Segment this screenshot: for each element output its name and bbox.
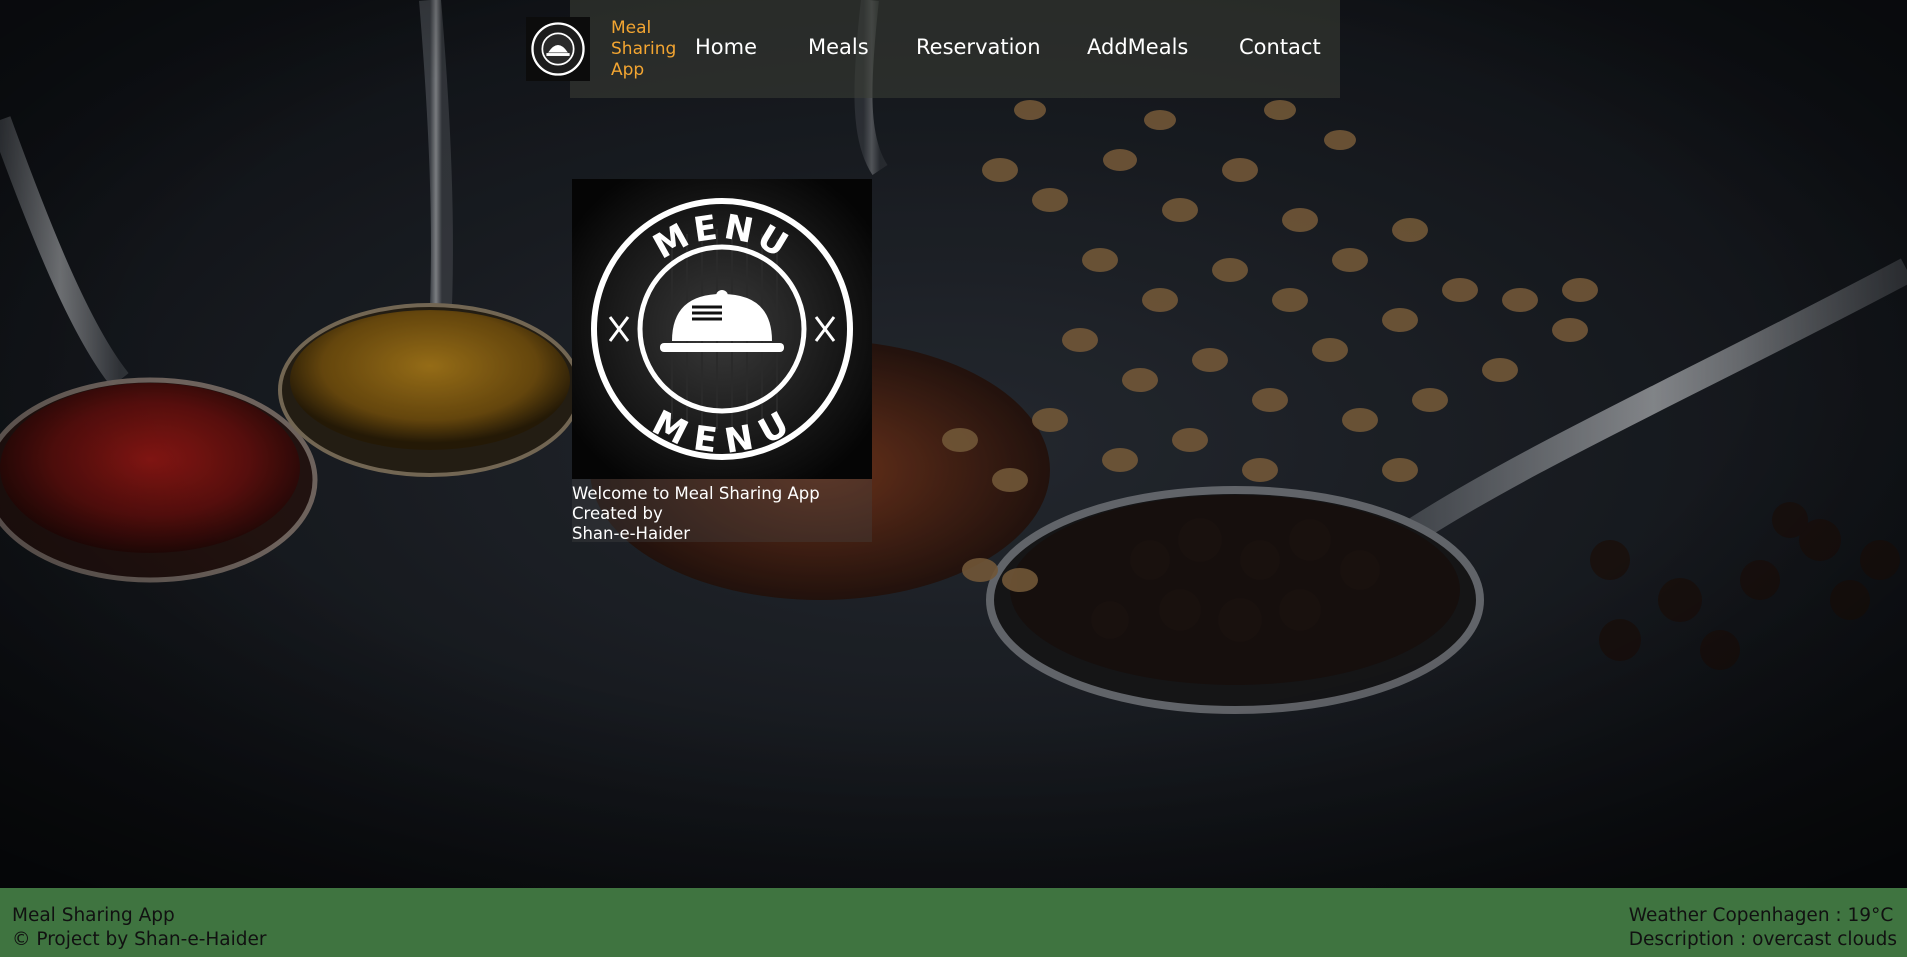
nav-reservation[interactable]: Reservation [916,35,1041,59]
weather-widget: Weather Copenhagen : 19°C Description : … [1629,904,1897,952]
brand-name[interactable]: Meal Sharing App [611,18,691,81]
app-logo[interactable] [526,17,590,81]
welcome-heading: Welcome to Meal Sharing App [572,484,820,503]
weather-description: Description : overcast clouds [1628,929,1897,950]
footer-credits: Meal Sharing App © Project by Shan-e-Hai… [12,904,267,952]
weather-temperature: Weather Copenhagen : 19°C [1628,905,1894,926]
welcome-text: Welcome to Meal Sharing App Created by S… [572,484,902,544]
footer-copyright: © Project by Shan-e-Haider [12,929,267,950]
nav-meals[interactable]: Meals [808,35,869,59]
created-by-label: Created by [572,504,663,523]
nav-contact[interactable]: Contact [1239,35,1321,59]
footer: Meal Sharing App © Project by Shan-e-Hai… [0,888,1907,957]
menu-image: MENU MENU [572,179,872,479]
background-spices-image [0,0,1907,888]
nav-addmeals[interactable]: AddMeals [1087,35,1188,59]
footer-app-name: Meal Sharing App [12,905,175,926]
nav-home[interactable]: Home [695,35,757,59]
menu-logo-icon [531,22,585,76]
author-name: Shan-e-Haider [572,524,691,543]
